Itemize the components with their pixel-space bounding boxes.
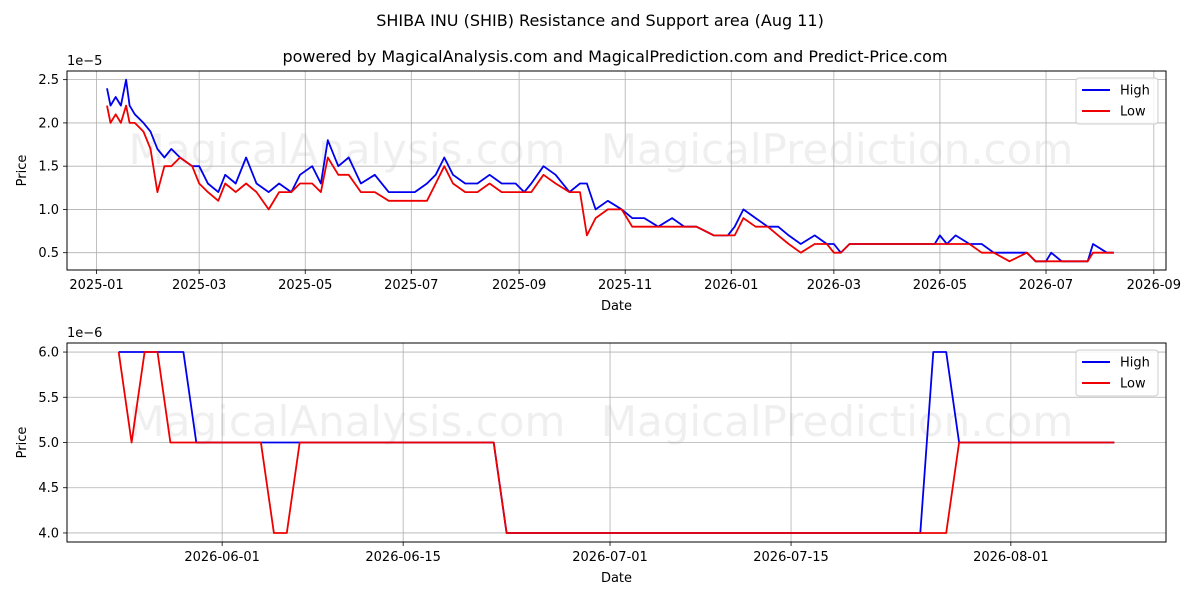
y-tick-label: 4.5 xyxy=(38,481,59,496)
legend: High Low xyxy=(1075,349,1159,397)
x-tick-label: 2025-03 xyxy=(172,278,226,293)
legend: High Low xyxy=(1075,77,1159,125)
x-tick-label: 2026-03 xyxy=(807,278,861,293)
x-tick-label: 2026-08-01 xyxy=(973,550,1049,565)
bottom-chart-panel: MagicalAnalysis.com MagicalPrediction.com… xyxy=(15,326,1167,586)
x-tick-label: 2025-11 xyxy=(598,278,652,293)
y-tick-label: 1.5 xyxy=(38,160,59,175)
x-axis-label: Date xyxy=(601,571,632,586)
chart-title: SHIBA INU (SHIB) Resistance and Support … xyxy=(376,11,824,30)
x-tick-label: 2026-07 xyxy=(1019,278,1073,293)
top-chart-panel: MagicalAnalysis.com MagicalPrediction.com… xyxy=(15,54,1181,314)
x-tick-label: 2025-01 xyxy=(69,278,123,293)
y-tick-label: 5.0 xyxy=(38,436,59,451)
x-tick-label: 2026-05 xyxy=(913,278,967,293)
y-tick-label: 2.5 xyxy=(38,73,59,88)
x-tick-label: 2025-05 xyxy=(278,278,332,293)
legend-label-low: Low xyxy=(1120,105,1146,120)
x-tick-label: 2026-09 xyxy=(1127,278,1181,293)
y-tick-label: 0.5 xyxy=(38,246,59,261)
chart-subtitle: powered by MagicalAnalysis.com and Magic… xyxy=(282,47,947,66)
y-axis-label: Price xyxy=(15,427,30,459)
y-offset-text: 1e−5 xyxy=(67,54,102,69)
y-axis-label: Price xyxy=(15,155,30,187)
y-tick-label: 5.5 xyxy=(38,391,59,406)
watermark-text: MagicalPrediction.com xyxy=(601,397,1074,446)
y-tick-label: 6.0 xyxy=(38,346,59,361)
x-axis-label: Date xyxy=(601,299,632,314)
legend-label-low: Low xyxy=(1120,377,1146,392)
x-tick-label: 2026-01 xyxy=(704,278,758,293)
x-tick-label: 2026-06-15 xyxy=(365,550,441,565)
y-offset-text: 1e−6 xyxy=(67,326,102,341)
x-tick-label: 2025-07 xyxy=(384,278,438,293)
y-tick-label: 4.0 xyxy=(38,526,59,541)
x-tick-label: 2026-07-01 xyxy=(572,550,648,565)
x-tick-label: 2025-09 xyxy=(492,278,546,293)
legend-label-high: High xyxy=(1120,356,1150,371)
y-tick-label: 2.0 xyxy=(38,116,59,131)
watermark-text: MagicalPrediction.com xyxy=(601,125,1074,174)
x-tick-label: 2026-06-01 xyxy=(184,550,260,565)
x-tick-label: 2026-07-15 xyxy=(753,550,829,565)
y-tick-label: 1.0 xyxy=(38,203,59,218)
legend-label-high: High xyxy=(1120,84,1150,99)
figure: SHIBA INU (SHIB) Resistance and Support … xyxy=(15,11,1181,586)
